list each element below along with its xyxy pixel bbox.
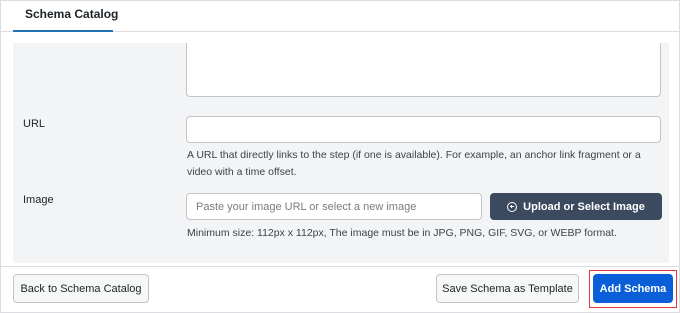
image-label: Image <box>23 194 54 206</box>
url-label: URL <box>23 118 46 130</box>
plus-circle-icon <box>507 201 518 212</box>
tab-schema-catalog[interactable]: Schema Catalog <box>13 1 130 32</box>
footer-divider <box>1 266 679 267</box>
save-as-template-button[interactable]: Save Schema as Template <box>436 274 579 303</box>
upload-image-label: Upload or Select Image <box>523 200 645 213</box>
image-url-input[interactable] <box>186 193 482 220</box>
upload-image-button[interactable]: Upload or Select Image <box>490 193 662 220</box>
active-tab-indicator <box>13 30 113 32</box>
schema-fields-panel: URL A URL that directly links to the ste… <box>13 43 669 263</box>
url-input[interactable] <box>186 116 661 143</box>
add-schema-button[interactable]: Add Schema <box>593 274 673 303</box>
image-help-text: Minimum size: 112px x 112px, The image m… <box>187 227 617 239</box>
url-help-text: A URL that directly links to the step (i… <box>187 149 641 178</box>
back-to-catalog-button[interactable]: Back to Schema Catalog <box>13 274 149 303</box>
step-description-textarea[interactable] <box>186 43 661 97</box>
tab-bar: Schema Catalog <box>1 1 679 32</box>
schema-editor: Schema Catalog URL A URL that directly l… <box>0 0 680 313</box>
